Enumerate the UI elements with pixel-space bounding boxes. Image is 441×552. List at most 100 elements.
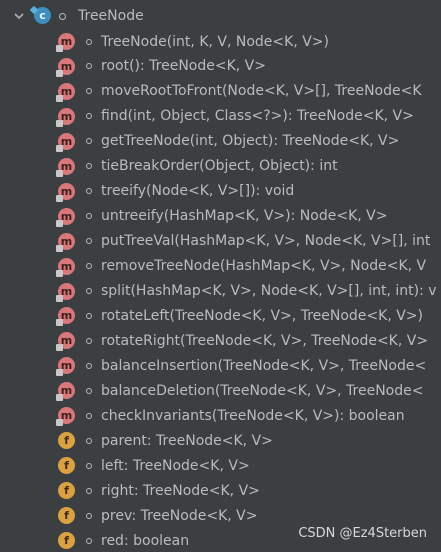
field-item[interactable]: f prev: TreeNode<K, V> [0,503,441,528]
method-icon: m [56,33,75,52]
method-icon: m [56,357,75,377]
watermark: CSDN @Ez4Sterben [298,526,427,541]
method-item[interactable]: m find(int, Object, Class<?>): TreeNode<K… [0,104,441,129]
lock-icon [56,169,63,177]
method-item[interactable]: m TreeNode(int, K, V, Node<K, V>) [0,29,441,54]
package-visibility-icon [86,412,92,419]
method-icon: m [56,282,75,302]
class-icon: c [29,5,51,24]
package-visibility-icon [86,188,92,195]
lock-icon [56,194,63,202]
method-item[interactable]: m removeTreeNode(HashMap<K, V>, Node<K, V [0,254,441,279]
method-item[interactable]: m rotateRight(TreeNode<K, V>, TreeNode<K,… [0,328,441,353]
field-icon: f [58,432,75,450]
method-icon: m [56,382,75,402]
member-icon-letter: f [64,484,69,498]
field-icon: f [58,457,75,475]
member-label: untreeify(HashMap<K, V>): Node<K, V> [101,208,388,225]
field-icon: f [58,532,75,549]
method-icon: m [56,157,75,177]
member-label: removeTreeNode(HashMap<K, V>, Node<K, V [101,258,427,275]
package-visibility-icon [86,337,92,344]
method-icon: m [56,82,75,102]
method-item[interactable]: m rotateLeft(TreeNode<K, V>, TreeNode<K, … [0,303,441,328]
member-icon-letter: f [64,459,69,473]
member-icon-letter: f [64,534,69,547]
field-icon: f [58,482,75,500]
package-visibility-icon [59,13,66,20]
package-visibility-icon [86,238,92,245]
method-icon: m [56,232,75,252]
package-visibility-icon [86,163,92,170]
chevron-down-icon[interactable] [13,10,25,22]
structure-tree: c TreeNode m TreeNode(int, K, V, Node<K, … [0,0,441,552]
package-visibility-icon [86,537,92,544]
member-label: getTreeNode(int, Object): TreeNode<K, V> [101,133,400,150]
field-item[interactable]: f parent: TreeNode<K, V> [0,428,441,453]
method-item[interactable]: m root(): TreeNode<K, V> [0,54,441,79]
tree-node-label: TreeNode [78,7,144,24]
lock-icon [56,344,63,352]
member-label: tieBreakOrder(Object, Object): int [101,158,338,175]
package-visibility-icon [86,288,92,294]
member-label: prev: TreeNode<K, V> [101,507,258,524]
member-label: putTreeVal(HashMap<K, V>, Node<K, V>[], … [101,233,431,250]
method-item[interactable]: m moveRootToFront(Node<K, V>[], TreeNode<… [0,79,441,104]
member-label: rotateRight(TreeNode<K, V>, TreeNode<K, … [101,332,429,349]
method-item[interactable]: m untreeify(HashMap<K, V>): Node<K, V> [0,204,441,229]
package-visibility-icon [86,512,92,519]
package-visibility-icon [86,312,92,319]
method-icon: m [56,207,75,227]
class-icon-letter: c [39,9,46,22]
method-icon: m [56,332,75,352]
class-badge-icon [29,5,39,15]
method-icon: m [56,182,75,202]
method-item[interactable]: m split(HashMap<K, V>, Node<K, V>[], int,… [0,279,441,304]
method-item[interactable]: m putTreeVal(HashMap<K, V>, Node<K, V>[],… [0,229,441,254]
member-label: parent: TreeNode<K, V> [101,432,273,449]
member-label: balanceDeletion(TreeNode<K, V>, TreeNode… [101,382,424,399]
method-icon: m [56,107,75,127]
method-item[interactable]: m getTreeNode(int, Object): TreeNode<K, V… [0,129,441,154]
lock-icon [56,269,63,277]
member-label: rotateLeft(TreeNode<K, V>, TreeNode<K, V… [101,307,423,324]
lock-icon [56,319,63,327]
lock-icon [56,294,63,302]
method-icon: m [56,57,75,77]
member-label: root(): TreeNode<K, V> [101,58,266,75]
package-visibility-icon [86,213,92,220]
lock-icon [56,394,63,402]
package-visibility-icon [86,38,92,45]
package-visibility-icon [86,462,92,469]
field-icon: f [58,507,75,525]
method-item[interactable]: m checkInvariants(TreeNode<K, V>): boolea… [0,403,441,428]
field-item[interactable]: f left: TreeNode<K, V> [0,453,441,478]
member-label: balanceInsertion(TreeNode<K, V>, TreeNod… [101,357,427,374]
lock-icon [56,69,63,77]
lock-icon [56,244,63,252]
method-item[interactable]: m balanceDeletion(TreeNode<K, V>, TreeNod… [0,378,441,403]
lock-icon [56,369,63,377]
tree-node-treenode[interactable]: c TreeNode [0,3,441,28]
member-icon-letter: f [64,509,69,523]
method-icon: m [56,257,75,277]
method-item[interactable]: m balanceInsertion(TreeNode<K, V>, TreeNo… [0,353,441,378]
package-visibility-icon [86,113,92,120]
package-visibility-icon [86,387,92,394]
member-label: right: TreeNode<K, V> [101,482,260,499]
method-item[interactable]: m tieBreakOrder(Object, Object): int [0,154,441,179]
lock-icon [56,219,63,227]
method-icon: m [56,307,75,327]
package-visibility-icon [86,138,92,145]
package-visibility-icon [86,263,92,270]
package-visibility-icon [86,487,92,494]
member-label: moveRootToFront(Node<K, V>[], TreeNode<K [101,83,422,100]
member-label: find(int, Object, Class<?>): TreeNode<K,… [101,108,414,125]
member-label: checkInvariants(TreeNode<K, V>): boolean [101,407,405,424]
method-item[interactable]: m treeify(Node<K, V>[]): void [0,179,441,204]
lock-icon [56,94,63,102]
field-item[interactable]: f right: TreeNode<K, V> [0,478,441,503]
member-label: left: TreeNode<K, V> [101,457,250,474]
member-label: red: boolean [101,532,190,549]
member-label: treeify(Node<K, V>[]): void [101,183,295,200]
